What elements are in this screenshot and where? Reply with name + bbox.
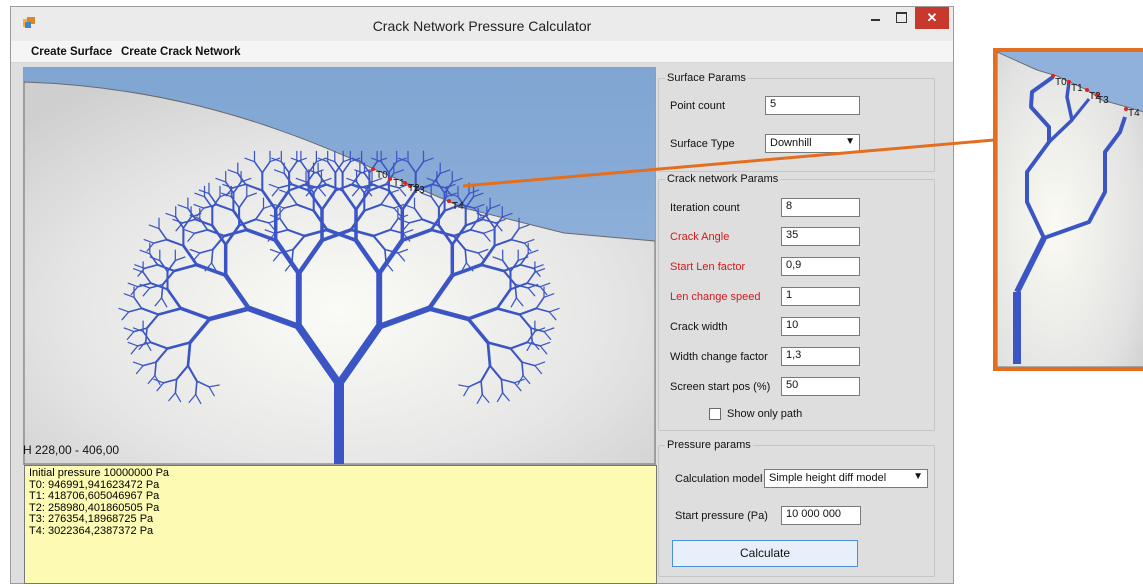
height-readout: H 228,00 - 406,00: [23, 443, 120, 457]
surface-params-group: Surface Params Point count 5 Surface Typ…: [658, 72, 935, 172]
maximize-button[interactable]: [889, 7, 913, 29]
len-change-speed-input[interactable]: 1: [781, 287, 860, 306]
calculation-model-label: Calculation model: [675, 473, 763, 485]
close-button[interactable]: ✕: [915, 7, 949, 29]
calculation-model-value: Simple height diff model: [769, 472, 887, 484]
surface-params-title: Surface Params: [665, 72, 748, 84]
pressure-params-title: Pressure params: [665, 439, 753, 451]
menu-create-crack-network[interactable]: Create Crack Network: [121, 46, 241, 58]
zoom-point-label-t4: T4: [1128, 108, 1140, 119]
log-line: Initial pressure 10000000 Pa: [29, 467, 170, 479]
screen-start-pos-input[interactable]: 50: [781, 377, 860, 396]
pressure-params-group: Pressure params Calculation model Simple…: [658, 439, 935, 577]
surface-type-label: Surface Type: [670, 138, 735, 150]
iteration-count-label: Iteration count: [670, 202, 740, 214]
point-count-input[interactable]: 5: [765, 96, 860, 115]
width-change-factor-input[interactable]: 1,3: [781, 347, 860, 366]
point-label-t3: T3: [413, 185, 425, 196]
point-label-t4: T4: [452, 201, 464, 212]
iteration-count-input[interactable]: 8: [781, 198, 860, 217]
crack-params-title: Crack network Params: [665, 173, 781, 185]
start-pressure-input[interactable]: 10 000 000: [781, 506, 861, 525]
surface-point-t4: [447, 199, 451, 203]
width-change-factor-label: Width change factor: [670, 351, 768, 363]
point-label-t0: T0: [376, 170, 388, 181]
surface-point-t1: [388, 177, 392, 181]
log-line: T4: 3022364,2387372 Pa: [29, 524, 154, 537]
title-bar: Crack Network Pressure Calculator ✕: [11, 7, 953, 41]
crack-angle-label: Crack Angle: [670, 231, 730, 243]
crack-width-label: Crack width: [670, 321, 728, 333]
start-len-factor-input[interactable]: 0,9: [781, 257, 860, 276]
crack-params-group: Crack network Params Iteration count 8 C…: [658, 173, 935, 431]
window-title: Crack Network Pressure Calculator: [372, 18, 592, 34]
show-only-path-label: Show only path: [727, 408, 803, 420]
point-label-t1: T1: [393, 178, 405, 189]
zoom-point-label-t3: T3: [1097, 95, 1109, 106]
surface-type-value: Downhill: [770, 137, 812, 149]
minimize-button[interactable]: [863, 7, 887, 29]
zoom-point-label-t0: T0: [1055, 77, 1067, 88]
pressure-log-output[interactable]: Initial pressure 10000000 Pa T0: 946991,…: [24, 465, 657, 584]
start-pressure-label: Start pressure (Pa): [675, 510, 768, 522]
close-icon: ✕: [926, 10, 938, 25]
zoom-point-label-t1: T1: [1071, 83, 1083, 94]
zoom-inset-plot: T0 T1 T2 T3 T4: [997, 52, 1143, 367]
point-count-label: Point count: [670, 100, 726, 112]
calculation-model-select[interactable]: Simple height diff model ▼: [764, 469, 928, 488]
calculate-button[interactable]: Calculate: [672, 540, 858, 567]
screen-start-pos-label: Screen start pos (%): [670, 381, 771, 393]
log-line: T3: 276354,18968725 Pa: [29, 513, 154, 525]
zoom-inset: T0 T1 T2 T3 T4: [993, 48, 1143, 371]
chevron-down-icon: ▼: [845, 136, 855, 147]
crack-angle-input[interactable]: 35: [781, 227, 860, 246]
crack-width-input[interactable]: 10: [781, 317, 860, 336]
start-len-factor-label: Start Len factor: [670, 261, 746, 273]
log-line: T1: 418706,605046967 Pa: [29, 490, 160, 502]
show-only-path-checkbox[interactable]: [709, 408, 721, 420]
menu-bar: Create Surface Create Crack Network: [11, 41, 953, 63]
chevron-down-icon: ▼: [913, 471, 923, 482]
surface-type-select[interactable]: Downhill ▼: [765, 134, 860, 153]
app-window: Crack Network Pressure Calculator ✕ Crea…: [10, 6, 954, 584]
surface-point-t0: [371, 167, 375, 171]
len-change-speed-label: Len change speed: [670, 291, 761, 303]
crack-network-plot: T0 T1 T2 T3 T4: [24, 68, 655, 464]
menu-create-surface[interactable]: Create Surface: [31, 46, 112, 58]
drawing-canvas[interactable]: T0 T1 T2 T3 T4: [23, 67, 656, 465]
